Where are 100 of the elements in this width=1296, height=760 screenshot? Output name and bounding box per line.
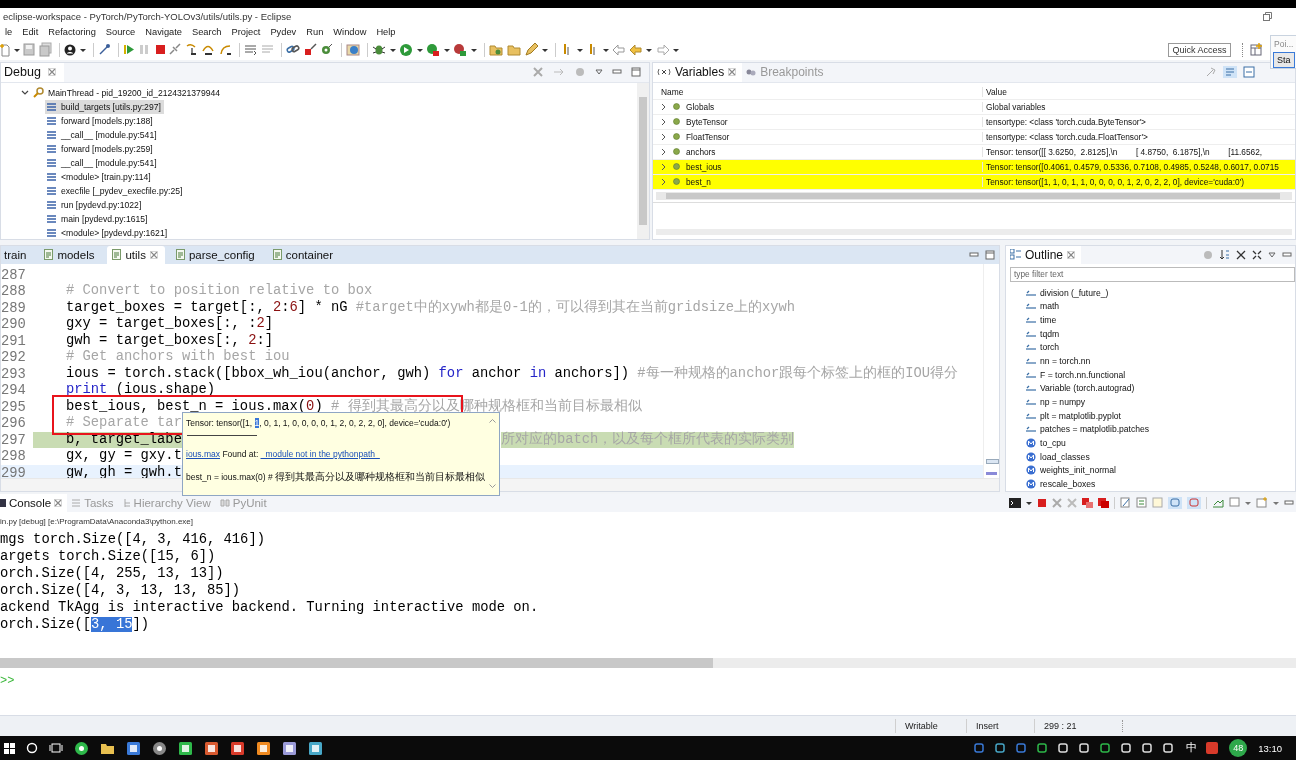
menu-item[interactable]: Project (226, 26, 266, 37)
thread-item[interactable]: MainThread - pid_19200_id_2124321379944 (1, 85, 637, 100)
run-icon[interactable] (399, 41, 413, 58)
outline-item[interactable]: time (1006, 313, 1295, 327)
stack-frame-item[interactable]: main [pydevd.py:1615] (45, 211, 151, 226)
quick-access-field[interactable]: Quick Access (1168, 42, 1231, 57)
layout-icon[interactable] (1223, 66, 1237, 79)
scroll-down-icon[interactable] (489, 483, 496, 489)
close-icon[interactable] (149, 250, 158, 259)
outline-item[interactable]: np = numpy (1006, 395, 1295, 409)
menu-item[interactable]: Run (301, 26, 329, 37)
menu-item[interactable]: Source (100, 26, 141, 37)
app-icon[interactable] (178, 740, 193, 756)
breakpoint-icon[interactable] (303, 41, 317, 58)
stack-frame-item[interactable]: forward [models.py:259] (45, 141, 156, 156)
outline-item[interactable]: division (_future_) (1006, 285, 1295, 300)
variable-row[interactable]: FloatTensor tensortype: <class 'torch.cuda.FloatTensor'> (653, 129, 1295, 145)
outline-item[interactable]: tqdm (1006, 326, 1295, 341)
minimize-icon[interactable] (1284, 498, 1294, 507)
search-icon[interactable] (26, 742, 38, 755)
stack-frame-item[interactable]: <module> [pydevd.py:1621] (45, 225, 171, 240)
scroll-lock-icon[interactable] (1136, 497, 1147, 509)
expand-icon[interactable] (1252, 249, 1262, 260)
app-icon[interactable] (126, 740, 141, 756)
stack-frame-item[interactable]: __call__ [module.py:541] (45, 127, 160, 142)
menu-item[interactable]: Window (328, 26, 372, 37)
outline-item[interactable]: weights_init_normal (1006, 463, 1295, 478)
tray-icon[interactable] (995, 743, 1006, 754)
app-icon[interactable] (256, 740, 271, 756)
step-into-icon[interactable] (184, 41, 198, 58)
restore-icon[interactable] (1263, 11, 1272, 21)
outline-item[interactable]: nn = torch.nn (1006, 354, 1295, 368)
clear-icon[interactable] (1120, 497, 1131, 509)
sort-icon[interactable] (1219, 249, 1230, 261)
collapse-all-icon[interactable] (1243, 66, 1255, 79)
terminal-icon[interactable] (1009, 497, 1021, 508)
outline-item[interactable]: plt = matplotlib.pyplot (1006, 408, 1295, 423)
menu-item[interactable]: Search (187, 26, 227, 37)
outline-item[interactable]: math (1006, 299, 1295, 314)
display-icon[interactable] (1212, 497, 1224, 509)
windows-logo-icon[interactable] (4, 742, 15, 754)
app-icon[interactable] (230, 740, 245, 756)
variable-row[interactable]: ByteTensor tensortype: <class 'torch.cuda.ByteTensor'> (653, 114, 1295, 130)
stack-frame-item[interactable]: <module> [train.py:114] (45, 169, 154, 184)
terminate-icon[interactable] (1082, 497, 1093, 508)
close-icon[interactable] (728, 68, 737, 77)
close-icon[interactable] (1067, 250, 1076, 259)
editor-tab[interactable]: train (1, 245, 34, 264)
task-view-icon[interactable] (49, 742, 63, 755)
close-icon[interactable] (54, 498, 63, 507)
outline-item[interactable]: torch (1006, 340, 1295, 355)
editor-tab[interactable]: utils (107, 245, 165, 264)
app-icon[interactable] (308, 740, 323, 756)
view-menu-icon[interactable] (1268, 250, 1276, 259)
panel-tab[interactable]: Console (0, 493, 68, 512)
chevron-down-icon[interactable] (21, 88, 29, 97)
pencil-icon[interactable] (524, 41, 538, 58)
input-method-indicator[interactable]: 中 (1186, 741, 1198, 756)
outline-item[interactable]: rescale_boxes (1006, 477, 1295, 491)
editor-tab[interactable]: parse_config (170, 245, 262, 264)
panel-tab[interactable]: Variables (653, 62, 743, 82)
terminate-icon[interactable] (1098, 497, 1109, 508)
editor-tab[interactable]: container (267, 245, 341, 264)
outline-item[interactable]: to_cpu (1006, 436, 1295, 450)
open-console-icon[interactable] (1229, 497, 1240, 509)
minimize-icon[interactable] (969, 250, 979, 259)
menu-item[interactable]: Refactoring (43, 26, 101, 37)
tray-icon[interactable] (1037, 743, 1048, 754)
menu-item[interactable]: Edit (17, 26, 44, 37)
minimize-icon[interactable] (612, 68, 622, 77)
scrollbar[interactable] (637, 82, 649, 239)
variable-row[interactable]: anchors Tensor: tensor([[ 3.6250, 2.8125],\n [ 4.8750, 6.1875],\n [11.6562, (653, 144, 1295, 160)
stack-frame-item[interactable]: __call__ [module.py:541] (45, 155, 160, 170)
app-icon[interactable] (74, 740, 89, 756)
function-link[interactable]: ious.max (186, 448, 220, 459)
app-icon[interactable] (204, 740, 219, 756)
menu-item[interactable]: Help (371, 26, 401, 37)
outline-item[interactable]: F = torch.nn.functional (1006, 367, 1295, 382)
maximize-icon[interactable] (631, 67, 641, 78)
globe-icon[interactable] (345, 41, 360, 58)
collapse-icon[interactable] (1236, 249, 1246, 260)
outline-item[interactable]: Variable (torch.autograd) (1006, 381, 1295, 396)
column-header[interactable]: Value (982, 86, 1007, 97)
menu-item[interactable]: Navigate (140, 26, 187, 37)
stack-frame-item[interactable]: forward [models.py:188] (45, 113, 156, 128)
popup-button[interactable]: Sta (1273, 52, 1295, 68)
tray-icon[interactable] (1100, 743, 1111, 754)
stack-frame-item[interactable]: run [pydevd.py:1022] (45, 197, 145, 212)
maximize-icon[interactable] (985, 249, 995, 260)
perspective-icon[interactable] (1249, 42, 1263, 57)
app-icon[interactable] (152, 740, 167, 756)
scroll-up-icon[interactable] (489, 417, 496, 423)
column-header[interactable]: Name (653, 86, 982, 97)
close-icon[interactable] (47, 68, 56, 77)
overview-marker[interactable] (986, 458, 999, 464)
outline-item[interactable]: load_classes (1006, 449, 1295, 464)
clock[interactable]: 13:10 (1258, 742, 1282, 754)
minimize-icon[interactable] (1282, 250, 1292, 259)
new-console-icon[interactable] (1256, 497, 1268, 509)
location-link[interactable]: _module not in the pythonpath_ (260, 448, 380, 459)
